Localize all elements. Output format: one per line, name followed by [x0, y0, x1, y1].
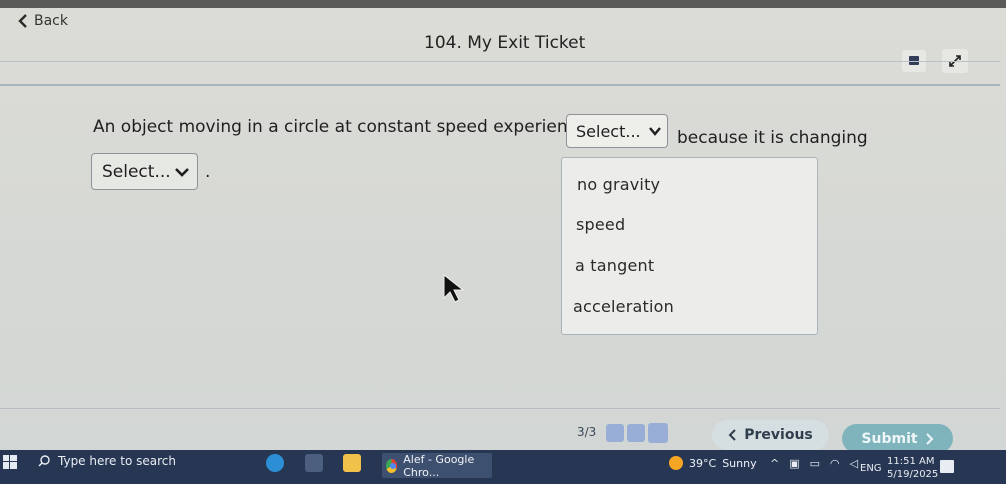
speaker-icon[interactable]: ◁	[850, 457, 858, 470]
clock-date: 5/19/2025	[887, 469, 939, 480]
progress-counter: 3/3	[577, 425, 597, 439]
back-label: Back	[34, 13, 68, 29]
dropdown-option-acceleration[interactable]: acceleration	[573, 297, 674, 316]
dropdown-option-a-tangent[interactable]: a tangent	[575, 256, 654, 275]
dropdown-option-no-gravity[interactable]: no gravity	[577, 175, 660, 194]
taskbar-search[interactable]: Type here to search	[38, 454, 176, 468]
chevron-left-icon	[18, 14, 27, 28]
header-divider	[0, 61, 1000, 62]
chevron-up-icon[interactable]: ^	[770, 457, 779, 470]
answer-select-1[interactable]: Select...	[566, 114, 668, 148]
sentence-period: .	[205, 162, 211, 182]
chevron-down-icon	[649, 127, 661, 136]
battery-icon[interactable]: ▭	[810, 457, 820, 470]
submit-label: Submit	[861, 430, 918, 447]
chrome-window-title: Alef - Google Chro...	[403, 452, 475, 479]
footer-divider	[0, 408, 1000, 409]
select-1-dropdown: no gravity speed a tangent acceleration	[561, 157, 818, 335]
chrome-icon	[386, 458, 398, 473]
taskbar-clock[interactable]: 11:51 AM 5/19/2025	[887, 455, 938, 481]
windows-taskbar: Type here to search Alef - Google Chro..…	[0, 450, 1006, 484]
question-text-after: because it is changing	[677, 128, 868, 148]
page-title: 104. My Exit Ticket	[424, 33, 586, 53]
previous-label: Previous	[744, 427, 813, 443]
file-explorer-icon[interactable]	[343, 454, 361, 472]
search-placeholder: Type here to search	[58, 454, 176, 468]
calendar-app-icon[interactable]	[305, 454, 323, 472]
sun-icon	[669, 456, 683, 470]
meet-now-icon[interactable]: ▣	[789, 457, 799, 470]
submit-button[interactable]: Submit	[842, 424, 953, 453]
chevron-down-icon	[175, 168, 189, 177]
chevron-left-icon	[728, 429, 736, 441]
answer-select-2[interactable]: Select...	[91, 153, 198, 190]
windows-start-icon[interactable]	[3, 455, 17, 469]
chevron-right-icon	[925, 432, 933, 445]
progress-dot-3[interactable]	[648, 423, 668, 443]
top-bar	[0, 0, 1006, 8]
weather-widget[interactable]: 39°C Sunny	[669, 456, 757, 470]
progress-dot-1[interactable]	[606, 424, 624, 442]
select-2-value: Select...	[102, 161, 171, 182]
previous-button[interactable]: Previous	[712, 420, 829, 450]
header-divider-bottom	[0, 84, 1000, 86]
back-button[interactable]: Back	[18, 13, 68, 29]
weather-temp: 39°C	[689, 456, 717, 470]
taskbar-chrome-window[interactable]: Alef - Google Chro...	[382, 452, 492, 479]
clock-time: 11:51 AM	[887, 456, 935, 467]
edge-icon[interactable]	[266, 454, 284, 472]
wifi-icon[interactable]: ◠	[830, 457, 840, 470]
exit-ticket-page: Back 104. My Exit Ticket An object movin…	[0, 0, 1006, 453]
search-icon	[38, 455, 50, 467]
notification-icon[interactable]	[940, 460, 954, 473]
progress-dot-2[interactable]	[627, 424, 645, 442]
select-1-value: Select...	[576, 121, 641, 141]
weather-desc: Sunny	[722, 456, 757, 470]
system-tray: ^ ▣ ▭ ◠ ◁	[770, 457, 858, 470]
dropdown-option-speed[interactable]: speed	[576, 215, 625, 234]
question-text-before: An object moving in a circle at constant…	[93, 117, 597, 137]
mouse-cursor-icon	[443, 274, 465, 303]
language-indicator[interactable]: ENG	[860, 463, 882, 474]
